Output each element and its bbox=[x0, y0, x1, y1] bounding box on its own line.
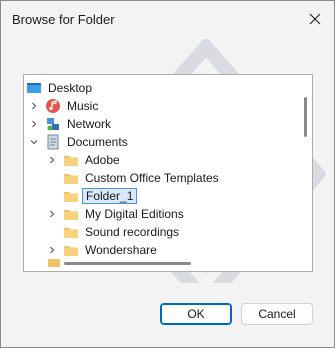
folder-tree[interactable]: Desktop Music Network Documents Adobe Custom … bbox=[23, 74, 313, 272]
tree-item-label: Sound recordings bbox=[85, 225, 180, 239]
tree-item-label: Desktop bbox=[48, 81, 93, 95]
tree-item-network[interactable]: Network bbox=[24, 115, 304, 133]
tree-item-label: Custom Office Templates bbox=[85, 171, 219, 185]
chevron-right-icon[interactable] bbox=[47, 155, 57, 165]
dialog-footer: OK Cancel bbox=[1, 283, 334, 347]
browse-for-folder-dialog: Browse for Folder Desktop Music Network Doc… bbox=[0, 0, 335, 348]
chevron-right-icon[interactable] bbox=[47, 245, 57, 255]
tree-item-wondershare[interactable]: Wondershare bbox=[24, 241, 304, 259]
vertical-scrollbar[interactable] bbox=[304, 97, 307, 137]
chevron-down-icon[interactable] bbox=[29, 137, 39, 147]
chevron-right-icon[interactable] bbox=[29, 119, 39, 129]
horizontal-scrollbar[interactable] bbox=[64, 262, 191, 265]
partially-visible-folder-icon bbox=[48, 259, 60, 267]
tree-item-documents[interactable]: Documents bbox=[24, 133, 304, 151]
tree-item-label: Adobe bbox=[85, 153, 120, 167]
tree-item-desktop[interactable]: Desktop bbox=[24, 79, 304, 97]
chevron-right-icon[interactable] bbox=[47, 209, 57, 219]
ok-button[interactable]: OK bbox=[160, 303, 232, 325]
tree-item-label: My Digital Editions bbox=[85, 207, 184, 221]
selected-item-label: Folder_1 bbox=[82, 188, 138, 204]
tree-item-label: Documents bbox=[67, 135, 128, 149]
folder-icon bbox=[63, 170, 79, 186]
tree-item-label: Music bbox=[67, 99, 99, 113]
tree-item-sound-recordings[interactable]: Sound recordings bbox=[24, 223, 304, 241]
tree-item-custom-office-templates[interactable]: Custom Office Templates bbox=[24, 169, 304, 187]
close-icon bbox=[309, 13, 321, 25]
tree-item-label: Network bbox=[67, 117, 112, 131]
dialog-title: Browse for Folder bbox=[12, 12, 115, 27]
folder-icon bbox=[63, 242, 79, 258]
tree-item-music[interactable]: Music bbox=[24, 97, 304, 115]
folder-icon bbox=[63, 224, 79, 240]
folder-icon bbox=[63, 188, 79, 204]
folder-icon bbox=[63, 152, 79, 168]
tree-item-adobe[interactable]: Adobe bbox=[24, 151, 304, 169]
tree-item-label: Wondershare bbox=[85, 243, 157, 257]
cancel-button[interactable]: Cancel bbox=[241, 303, 313, 325]
title-bar: Browse for Folder bbox=[1, 1, 334, 37]
tree-item-folder-1[interactable]: Folder_1 bbox=[24, 187, 304, 205]
folder-icon bbox=[63, 206, 79, 222]
tree-item-my-digital-editions[interactable]: My Digital Editions bbox=[24, 205, 304, 223]
chevron-right-icon[interactable] bbox=[29, 101, 39, 111]
desktop-icon bbox=[26, 80, 42, 96]
music-icon bbox=[45, 98, 61, 114]
network-icon bbox=[45, 116, 61, 132]
documents-icon bbox=[45, 134, 61, 150]
close-button[interactable] bbox=[302, 7, 328, 31]
